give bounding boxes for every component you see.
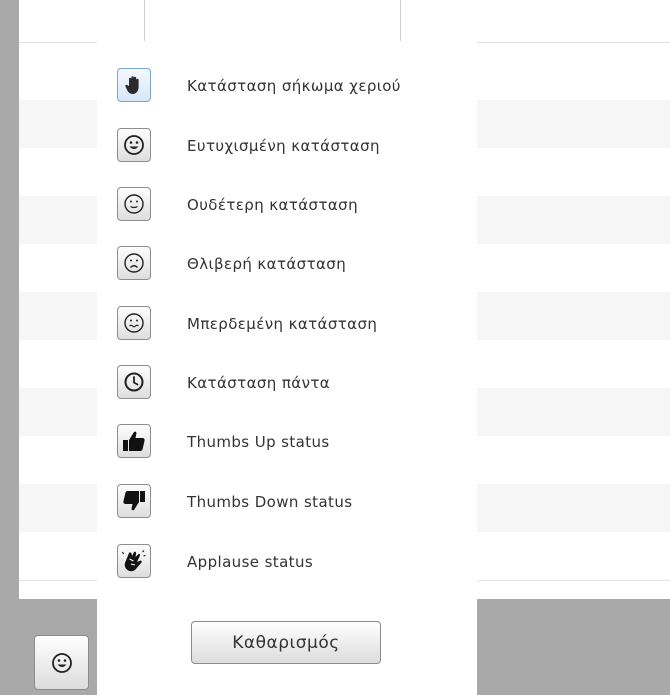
status-option-label: Thumbs Down status [187, 493, 353, 511]
status-option-label: Thumbs Up status [187, 433, 330, 451]
clock-icon [117, 365, 151, 399]
thumbs-down-icon [117, 484, 151, 518]
neutral-face-icon [117, 187, 151, 221]
clear-status-button[interactable]: Καθαρισμός [191, 621, 381, 664]
sad-face-icon [117, 246, 151, 280]
status-option-label: Μπερδεμένη κατάσταση [187, 315, 378, 333]
status-toggle-button[interactable] [34, 635, 89, 690]
status-menu: Κατάσταση σήκωμα χεριού Ευτυχισμένη κατά… [97, 41, 477, 695]
confused-face-icon [117, 306, 151, 340]
status-option-raise-hand[interactable]: Κατάσταση σήκωμα χεριού [97, 64, 477, 116]
status-option-label: Κατάσταση πάντα [187, 374, 331, 392]
status-option-applause[interactable]: Applause status [97, 540, 477, 592]
status-option-label: Θλιβερή κατάσταση [187, 255, 347, 273]
thumbs-up-icon [117, 424, 151, 458]
status-option-label: Applause status [187, 553, 314, 571]
status-option-neutral[interactable]: Ουδέτερη κατάσταση [97, 183, 477, 235]
status-option-label: Κατάσταση σήκωμα χεριού [187, 77, 401, 95]
status-option-thumbs-up[interactable]: Thumbs Up status [97, 420, 477, 472]
raise-hand-icon [117, 68, 151, 102]
status-option-label: Ουδέτερη κατάσταση [187, 196, 358, 214]
status-option-label: Ευτυχισμένη κατάσταση [187, 137, 380, 155]
happy-face-icon [51, 652, 73, 674]
column-divider [400, 0, 401, 42]
happy-face-icon [117, 128, 151, 162]
status-option-happy[interactable]: Ευτυχισμένη κατάσταση [97, 124, 477, 176]
status-option-thumbs-down[interactable]: Thumbs Down status [97, 480, 477, 532]
applause-icon [117, 544, 151, 578]
column-divider [144, 0, 145, 42]
status-option-sad[interactable]: Θλιβερή κατάσταση [97, 242, 477, 294]
status-option-away[interactable]: Κατάσταση πάντα [97, 361, 477, 413]
status-option-confused[interactable]: Μπερδεμένη κατάσταση [97, 302, 477, 354]
